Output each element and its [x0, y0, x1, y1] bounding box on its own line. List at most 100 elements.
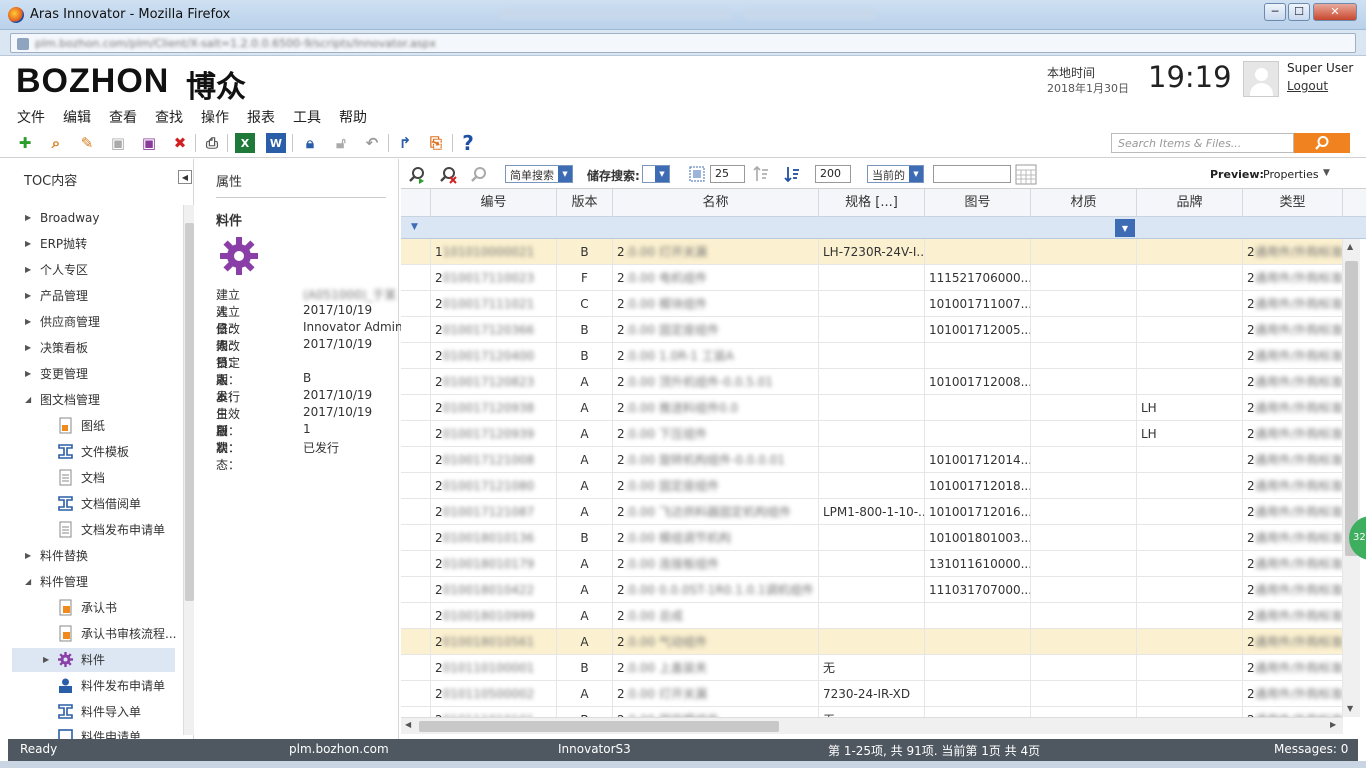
menu-view[interactable]: 查看 [109, 107, 137, 127]
toc-item-approval-flow[interactable]: 承认书审核流程... [59, 623, 176, 645]
word-export-icon[interactable]: W [266, 133, 286, 153]
table-row[interactable]: 1101010000021 B 2.0.00 灯开关漏 LH-7230R-24V-I.… [401, 239, 1343, 265]
scope-select[interactable]: 当前的 ▼ [867, 165, 924, 183]
table-row[interactable]: 2010018010422 A 2.0.00 0.0.0ST-1R0.1.0.1调机… [401, 577, 1343, 603]
toc-item-part[interactable]: ▶ 料件 [43, 649, 105, 671]
menu-help[interactable]: 帮助 [339, 107, 367, 127]
global-search-button[interactable] [1294, 133, 1350, 153]
menu-actions[interactable]: 操作 [201, 107, 229, 127]
status-messages[interactable]: Messages: 0 [1274, 742, 1348, 756]
collapse-toc-button[interactable]: ◀ [178, 170, 192, 184]
new-item-icon[interactable]: ✚ [15, 133, 35, 153]
toc-item-approval[interactable]: 承认书 [59, 597, 117, 619]
table-row[interactable]: 2010017121008 A 2.0.00 旋转机构组件-0.0.0.01 1010… [401, 447, 1343, 473]
toc-scroll-thumb[interactable] [185, 223, 194, 601]
expand-arrow-icon[interactable]: ▶ [43, 649, 49, 671]
col-header-spec[interactable]: 规格 [...] [819, 189, 925, 217]
page-size-input[interactable]: 25 [710, 165, 745, 183]
col-header-type[interactable]: 类型 [1243, 189, 1343, 217]
toc-item-drawing[interactable]: 图纸 [59, 415, 105, 437]
table-row[interactable]: 2010017111021 C 2.0.00 模块组件 101001711007...… [401, 291, 1343, 317]
collapse-arrow-icon[interactable]: ◢ [25, 571, 31, 593]
delete-icon[interactable]: ✖ [170, 133, 190, 153]
col-header-brand[interactable]: 品牌 [1137, 189, 1243, 217]
toc-item-erp[interactable]: ▶ ERP抛转 [25, 233, 87, 255]
table-row[interactable]: 2010017120823 A 2.0.00 顶升机组件-0.0.5.01 10100… [401, 369, 1343, 395]
menu-reports[interactable]: 报表 [247, 107, 275, 127]
maximize-button[interactable]: ☐ [1288, 3, 1310, 21]
toc-item-file-template[interactable]: 文件模板 [58, 441, 129, 463]
filter-row[interactable]: ▼ ▼ [401, 217, 1366, 239]
chevron-down-icon[interactable]: ▼ [1323, 168, 1330, 178]
max-results-input[interactable]: 200 [815, 165, 851, 183]
expand-arrow-icon[interactable]: ▶ [25, 233, 31, 255]
col-header-drawing[interactable]: 图号 [925, 189, 1031, 217]
table-row[interactable]: 2010017120400 B 2.0.00 1.0R-1 工装A 2通用件/外购标准… [401, 343, 1343, 369]
toc-item-document[interactable]: 文档 [59, 467, 105, 489]
col-header-number[interactable]: 编号 [431, 189, 557, 217]
table-row[interactable]: 2010018010999A2.0.00 总成 2通用件/外购标准件 [401, 603, 1343, 629]
toc-item-part-release[interactable]: 料件发布申请单 [59, 675, 165, 697]
toc-item-doc-release[interactable]: 文档发布申请单 [59, 519, 165, 541]
excel-export-icon[interactable]: X [235, 133, 255, 153]
table-row[interactable]: 2010110500002 A 2.0.00 灯开关漏 7230-24-IR-XD 2通… [401, 681, 1343, 707]
table-row[interactable]: 2010017120939A2.0.00 下压组件 LH2通用件/外购标准件 [401, 421, 1343, 447]
calendar-icon[interactable] [1015, 163, 1037, 185]
toc-item-documents[interactable]: ◢ 图文档管理 [25, 389, 100, 411]
expand-arrow-icon[interactable]: ▶ [25, 259, 31, 281]
table-row[interactable]: 2010017110023 F 2.0.00 电机组件 111521706000...… [401, 265, 1343, 291]
global-search-input[interactable]: Search Items & Files... [1111, 133, 1294, 153]
sort-asc-icon[interactable] [752, 165, 770, 183]
col-header-revision[interactable]: 版本 [557, 189, 613, 217]
menu-file[interactable]: 文件 [17, 107, 45, 127]
toc-item-change[interactable]: ▶ 变更管理 [25, 363, 88, 385]
toc-item-dashboard[interactable]: ▶ 决策看板 [25, 337, 88, 359]
expand-arrow-icon[interactable]: ▶ [25, 337, 31, 359]
expand-arrow-icon[interactable]: ▶ [25, 545, 31, 567]
search-options-icon[interactable] [469, 165, 489, 185]
expand-arrow-icon[interactable]: ▶ [25, 207, 31, 229]
expand-arrow-icon[interactable]: ▶ [25, 285, 31, 307]
clear-search-icon[interactable] [438, 165, 458, 185]
grid-horizontal-scrollbar[interactable]: ◀ ▶ [401, 717, 1343, 734]
toc-item-doc-borrow[interactable]: 文档借阅单 [58, 493, 141, 515]
grid-vertical-scrollbar[interactable]: ▲ ▼ [1343, 239, 1360, 717]
save-close-icon[interactable]: ▣ [139, 133, 159, 153]
col-header-name[interactable]: 名称 [613, 189, 819, 217]
help-icon[interactable]: ? [458, 131, 478, 155]
table-row[interactable]: 2010017120938 A 2.0.00 推送料组件0.0 LH 2通用件/外购标准… [401, 395, 1343, 421]
saved-search-select[interactable]: ▼ [642, 165, 670, 183]
table-row[interactable]: 2010017121080 A 2.0.00 固定座组件 101001712018..… [401, 473, 1343, 499]
scroll-up-icon[interactable]: ▲ [1347, 242, 1353, 251]
toc-item-part-manage[interactable]: ◢ 料件管理 [25, 571, 88, 593]
table-row[interactable]: 2010018010561A2.0.00 气动组件 2通用件/外购标准件 [401, 629, 1343, 655]
promote-icon[interactable]: ↱ [395, 133, 415, 153]
table-row[interactable]: 2010017121087 A 2.0.00 飞达供料器固定机构组件 LPM1-800… [401, 499, 1343, 525]
scroll-down-icon[interactable]: ▼ [1347, 704, 1353, 713]
unlock-icon[interactable]: 🔓︎ [331, 133, 351, 153]
scroll-left-icon[interactable]: ◀ [405, 720, 411, 729]
toc-item-part-request[interactable]: 料件申请单 [58, 727, 141, 739]
address-field[interactable]: plm.bozhon.com/plm/Client/X-salt=1.2.0.0… [10, 33, 1356, 53]
table-row[interactable]: 2010018010136 B 2.0.00 模组调节机构 101001801003.… [401, 525, 1343, 551]
expand-arrow-icon[interactable]: ▶ [25, 311, 31, 333]
version-icon[interactable]: ⎘ [426, 133, 446, 153]
search-item-icon[interactable]: ⌕ [46, 133, 66, 153]
sort-desc-icon[interactable] [783, 165, 801, 183]
menu-edit[interactable]: 编辑 [63, 107, 91, 127]
expand-arrow-icon[interactable]: ▶ [25, 363, 31, 385]
date-filter-input[interactable] [933, 165, 1011, 183]
toc-scrollbar[interactable] [183, 205, 194, 735]
grid-vscroll-thumb[interactable] [1345, 261, 1358, 556]
close-button[interactable]: ✕ [1313, 3, 1357, 21]
scroll-right-icon[interactable]: ▶ [1330, 720, 1336, 729]
col-header-material[interactable]: 材质 [1031, 189, 1137, 217]
toc-item-supplier[interactable]: ▶ 供应商管理 [25, 311, 100, 333]
undo-icon[interactable]: ↶ [362, 133, 382, 153]
table-row[interactable]: 2010018010179 A 2.0.00 连接板组件 131011610000..… [401, 551, 1343, 577]
minimize-button[interactable]: ─ [1264, 3, 1286, 21]
toc-item-part-replace[interactable]: ▶ 料件替换 [25, 545, 88, 567]
edit-item-icon[interactable]: ✎ [77, 133, 97, 153]
material-filter-dropdown[interactable]: ▼ [1115, 219, 1135, 237]
print-icon[interactable]: ⎙ [202, 133, 222, 153]
